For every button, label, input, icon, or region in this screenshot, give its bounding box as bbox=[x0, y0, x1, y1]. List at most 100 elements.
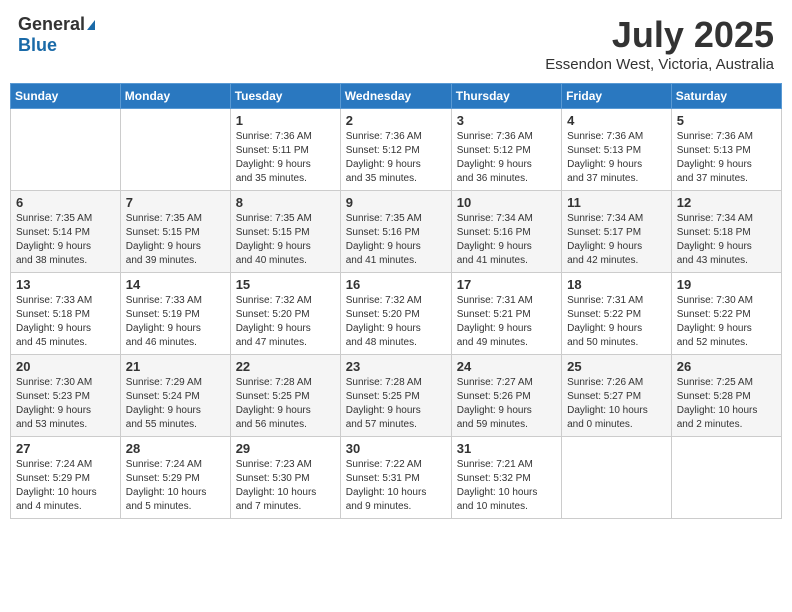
location-title: Essendon West, Victoria, Australia bbox=[545, 56, 774, 73]
day-number: 9 bbox=[346, 195, 446, 210]
calendar-cell: 5 Sunrise: 7:36 AM Sunset: 5:13 PM Daylig… bbox=[671, 109, 781, 191]
weekday-header: Tuesday bbox=[230, 84, 340, 109]
calendar-cell: 4 Sunrise: 7:36 AM Sunset: 5:13 PM Daylig… bbox=[562, 109, 672, 191]
day-info: Sunrise: 7:26 AM Sunset: 5:27 PM Dayligh… bbox=[567, 376, 666, 432]
day-info: Sunrise: 7:21 AM Sunset: 5:32 PM Dayligh… bbox=[457, 458, 556, 514]
day-number: 21 bbox=[126, 359, 225, 374]
day-info: Sunrise: 7:31 AM Sunset: 5:21 PM Dayligh… bbox=[457, 294, 556, 350]
calendar-cell: 28Sunrise: 7:24 AM Sunset: 5:29 PM Dayli… bbox=[120, 437, 230, 519]
weekday-header: Sunday bbox=[11, 84, 121, 109]
day-number: 2 bbox=[346, 113, 446, 128]
calendar-cell: 16 Sunrise: 7:32 AM Sunset: 5:20 PM Dayli… bbox=[340, 273, 451, 355]
day-info: Sunrise: 7:35 AM Sunset: 5:15 PM Dayligh… bbox=[236, 212, 335, 268]
calendar-cell: 24 Sunrise: 7:27 AM Sunset: 5:26 PM Dayli… bbox=[451, 355, 561, 437]
day-number: 25 bbox=[567, 359, 666, 374]
day-info: Sunrise: 7:34 AM Sunset: 5:16 PM Dayligh… bbox=[457, 212, 556, 268]
day-info: Sunrise: 7:34 AM Sunset: 5:17 PM Dayligh… bbox=[567, 212, 666, 268]
logo: General Blue bbox=[18, 14, 95, 56]
calendar-header-row: SundayMondayTuesdayWednesdayThursdayFrid… bbox=[11, 84, 782, 109]
day-info: Sunrise: 7:35 AM Sunset: 5:14 PM Dayligh… bbox=[16, 212, 115, 268]
weekday-header: Saturday bbox=[671, 84, 781, 109]
calendar-cell: 9 Sunrise: 7:35 AM Sunset: 5:16 PM Daylig… bbox=[340, 191, 451, 273]
logo-blue-text: Blue bbox=[18, 35, 57, 56]
calendar-cell: 26 Sunrise: 7:25 AM Sunset: 5:28 PM Dayli… bbox=[671, 355, 781, 437]
logo-general-text: General bbox=[18, 14, 85, 35]
calendar-cell: 2 Sunrise: 7:36 AM Sunset: 5:12 PM Daylig… bbox=[340, 109, 451, 191]
calendar-cell: 11 Sunrise: 7:34 AM Sunset: 5:17 PM Dayli… bbox=[562, 191, 672, 273]
day-info: Sunrise: 7:35 AM Sunset: 5:16 PM Dayligh… bbox=[346, 212, 446, 268]
day-number: 29 bbox=[236, 441, 335, 456]
day-number: 26 bbox=[677, 359, 776, 374]
day-info: Sunrise: 7:24 AM Sunset: 5:29 PM Dayligh… bbox=[126, 458, 225, 514]
day-info: Sunrise: 7:36 AM Sunset: 5:12 PM Dayligh… bbox=[346, 130, 446, 186]
day-number: 24 bbox=[457, 359, 556, 374]
day-number: 16 bbox=[346, 277, 446, 292]
weekday-header: Thursday bbox=[451, 84, 561, 109]
day-info: Sunrise: 7:30 AM Sunset: 5:23 PM Dayligh… bbox=[16, 376, 115, 432]
page-header: General Blue July 2025 Essendon West, Vi… bbox=[10, 10, 782, 77]
calendar-cell: 12 Sunrise: 7:34 AM Sunset: 5:18 PM Dayli… bbox=[671, 191, 781, 273]
calendar-cell: 15 Sunrise: 7:32 AM Sunset: 5:20 PM Dayli… bbox=[230, 273, 340, 355]
day-number: 19 bbox=[677, 277, 776, 292]
calendar-cell: 23Sunrise: 7:28 AM Sunset: 5:25 PM Dayli… bbox=[340, 355, 451, 437]
day-info: Sunrise: 7:29 AM Sunset: 5:24 PM Dayligh… bbox=[126, 376, 225, 432]
day-number: 14 bbox=[126, 277, 225, 292]
day-info: Sunrise: 7:36 AM Sunset: 5:12 PM Dayligh… bbox=[457, 130, 556, 186]
weekday-header: Friday bbox=[562, 84, 672, 109]
day-number: 6 bbox=[16, 195, 115, 210]
calendar-cell: 31Sunrise: 7:21 AM Sunset: 5:32 PM Dayli… bbox=[451, 437, 561, 519]
calendar-cell: 8 Sunrise: 7:35 AM Sunset: 5:15 PM Daylig… bbox=[230, 191, 340, 273]
calendar-cell: 19Sunrise: 7:30 AM Sunset: 5:22 PM Dayli… bbox=[671, 273, 781, 355]
calendar-cell: 27Sunrise: 7:24 AM Sunset: 5:29 PM Dayli… bbox=[11, 437, 121, 519]
day-info: Sunrise: 7:32 AM Sunset: 5:20 PM Dayligh… bbox=[236, 294, 335, 350]
day-number: 15 bbox=[236, 277, 335, 292]
day-number: 20 bbox=[16, 359, 115, 374]
calendar-cell bbox=[562, 437, 672, 519]
day-number: 10 bbox=[457, 195, 556, 210]
day-number: 4 bbox=[567, 113, 666, 128]
day-number: 8 bbox=[236, 195, 335, 210]
calendar-cell: 29 Sunrise: 7:23 AM Sunset: 5:30 PM Dayli… bbox=[230, 437, 340, 519]
calendar-cell: 20 Sunrise: 7:30 AM Sunset: 5:23 PM Dayli… bbox=[11, 355, 121, 437]
calendar-cell: 13Sunrise: 7:33 AM Sunset: 5:18 PM Dayli… bbox=[11, 273, 121, 355]
calendar-cell: 14 Sunrise: 7:33 AM Sunset: 5:19 PM Dayli… bbox=[120, 273, 230, 355]
day-info: Sunrise: 7:31 AM Sunset: 5:22 PM Dayligh… bbox=[567, 294, 666, 350]
day-number: 5 bbox=[677, 113, 776, 128]
day-info: Sunrise: 7:23 AM Sunset: 5:30 PM Dayligh… bbox=[236, 458, 335, 514]
calendar-cell: 17 Sunrise: 7:31 AM Sunset: 5:21 PM Dayli… bbox=[451, 273, 561, 355]
day-number: 12 bbox=[677, 195, 776, 210]
calendar-week-row: 13Sunrise: 7:33 AM Sunset: 5:18 PM Dayli… bbox=[11, 273, 782, 355]
day-info: Sunrise: 7:27 AM Sunset: 5:26 PM Dayligh… bbox=[457, 376, 556, 432]
day-info: Sunrise: 7:24 AM Sunset: 5:29 PM Dayligh… bbox=[16, 458, 115, 514]
calendar-cell: 1 Sunrise: 7:36 AM Sunset: 5:11 PM Daylig… bbox=[230, 109, 340, 191]
calendar-cell: 22Sunrise: 7:28 AM Sunset: 5:25 PM Dayli… bbox=[230, 355, 340, 437]
day-info: Sunrise: 7:22 AM Sunset: 5:31 PM Dayligh… bbox=[346, 458, 446, 514]
day-info: Sunrise: 7:25 AM Sunset: 5:28 PM Dayligh… bbox=[677, 376, 776, 432]
day-info: Sunrise: 7:36 AM Sunset: 5:13 PM Dayligh… bbox=[677, 130, 776, 186]
day-info: Sunrise: 7:34 AM Sunset: 5:18 PM Dayligh… bbox=[677, 212, 776, 268]
weekday-header: Monday bbox=[120, 84, 230, 109]
calendar-cell: 25 Sunrise: 7:26 AM Sunset: 5:27 PM Dayli… bbox=[562, 355, 672, 437]
day-info: Sunrise: 7:33 AM Sunset: 5:18 PM Dayligh… bbox=[16, 294, 115, 350]
day-info: Sunrise: 7:28 AM Sunset: 5:25 PM Dayligh… bbox=[236, 376, 335, 432]
calendar-week-row: 6 Sunrise: 7:35 AM Sunset: 5:14 PM Daylig… bbox=[11, 191, 782, 273]
day-number: 11 bbox=[567, 195, 666, 210]
day-info: Sunrise: 7:28 AM Sunset: 5:25 PM Dayligh… bbox=[346, 376, 446, 432]
month-title: July 2025 bbox=[545, 14, 774, 56]
day-number: 3 bbox=[457, 113, 556, 128]
day-number: 7 bbox=[126, 195, 225, 210]
calendar-cell: 30 Sunrise: 7:22 AM Sunset: 5:31 PM Dayli… bbox=[340, 437, 451, 519]
day-info: Sunrise: 7:33 AM Sunset: 5:19 PM Dayligh… bbox=[126, 294, 225, 350]
day-info: Sunrise: 7:36 AM Sunset: 5:13 PM Dayligh… bbox=[567, 130, 666, 186]
calendar-cell bbox=[120, 109, 230, 191]
day-info: Sunrise: 7:32 AM Sunset: 5:20 PM Dayligh… bbox=[346, 294, 446, 350]
day-number: 1 bbox=[236, 113, 335, 128]
day-info: Sunrise: 7:36 AM Sunset: 5:11 PM Dayligh… bbox=[236, 130, 335, 186]
day-number: 17 bbox=[457, 277, 556, 292]
calendar-cell: 18 Sunrise: 7:31 AM Sunset: 5:22 PM Dayli… bbox=[562, 273, 672, 355]
calendar-week-row: 20 Sunrise: 7:30 AM Sunset: 5:23 PM Dayli… bbox=[11, 355, 782, 437]
day-number: 30 bbox=[346, 441, 446, 456]
logo-icon bbox=[87, 20, 95, 30]
day-number: 18 bbox=[567, 277, 666, 292]
day-info: Sunrise: 7:35 AM Sunset: 5:15 PM Dayligh… bbox=[126, 212, 225, 268]
